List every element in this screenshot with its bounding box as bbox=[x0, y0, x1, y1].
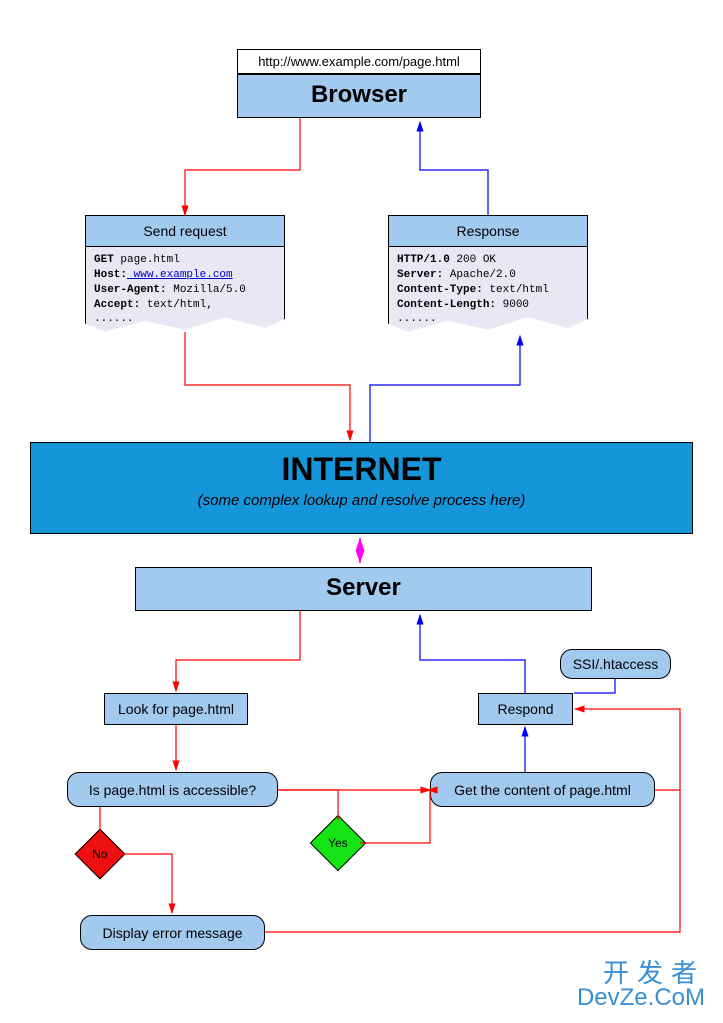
browser-box: Browser bbox=[237, 74, 481, 118]
no-label: No bbox=[92, 847, 107, 861]
is-accessible-node: Is page.html is accessible? bbox=[67, 772, 278, 807]
respond-node: Respond bbox=[478, 693, 573, 725]
server-box: Server bbox=[135, 567, 592, 611]
yes-label: Yes bbox=[328, 836, 348, 850]
display-error-node: Display error message bbox=[80, 915, 265, 950]
ssi-htaccess-node: SSI/.htaccess bbox=[560, 649, 671, 679]
response-header: Response bbox=[388, 215, 588, 247]
no-decision: No bbox=[75, 829, 126, 880]
internet-subtitle: (some complex lookup and resolve process… bbox=[31, 492, 692, 509]
get-content-node: Get the content of page.html bbox=[430, 772, 655, 807]
watermark-en: DevZe.CoM bbox=[577, 984, 705, 1012]
url-bar: http://www.example.com/page.html bbox=[237, 49, 481, 74]
internet-title: INTERNET bbox=[31, 443, 692, 488]
request-header: Send request bbox=[85, 215, 285, 247]
yes-decision: Yes bbox=[310, 815, 367, 872]
internet-box: INTERNET (some complex lookup and resolv… bbox=[30, 442, 693, 534]
look-for-page-node: Look for page.html bbox=[104, 693, 248, 725]
response-body: HTTP/1.0 200 OK Server: Apache/2.0 Conte… bbox=[388, 247, 588, 337]
request-body: GET page.html Host: www.example.com User… bbox=[85, 247, 285, 337]
